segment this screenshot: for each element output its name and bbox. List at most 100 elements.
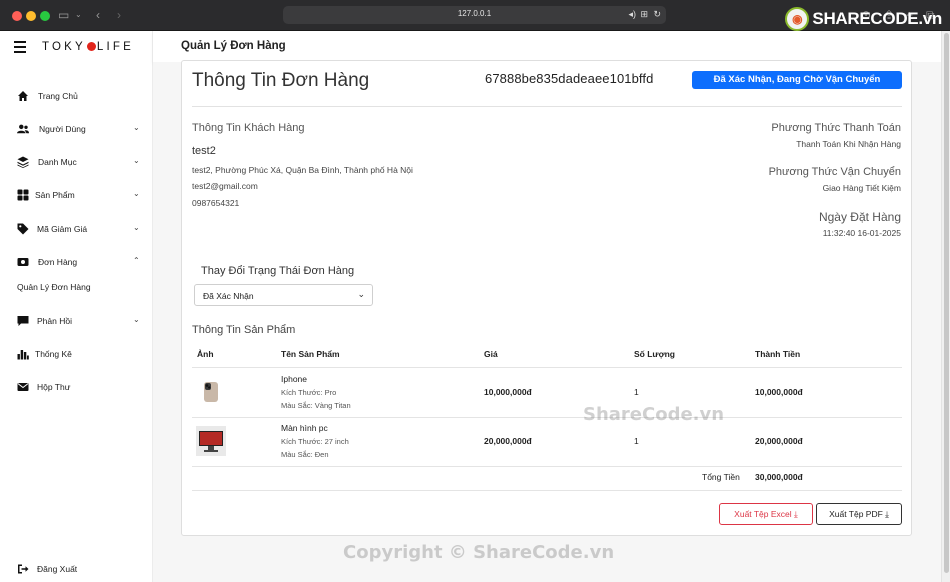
column-header-quantity: Số Lượng — [634, 349, 675, 359]
page-header: Quản Lý Đơn Hàng — [153, 31, 941, 62]
column-header-total: Thành Tiền — [755, 349, 801, 359]
chevron-down-icon[interactable]: ⌄ — [75, 6, 82, 24]
sidebar-item-coupons[interactable]: Mã Giảm Giá ⌄ — [0, 220, 153, 240]
sidebar-item-statistics[interactable]: Thống Kê — [0, 345, 153, 365]
order-title: Thông Tin Đơn Hàng — [192, 70, 370, 91]
product-image-iphone — [204, 382, 218, 402]
date-value: 11:32:40 16-01-2025 — [822, 228, 901, 238]
table-divider — [192, 417, 902, 418]
total-value: 30,000,000đ — [755, 472, 803, 482]
brand-left: TOKY — [42, 41, 86, 53]
sidebar-item-categories[interactable]: Danh Mục ⌄ — [0, 153, 153, 173]
sidebar-item-users[interactable]: Người Dùng ⌄ — [0, 120, 153, 140]
speaker-icon[interactable]: ◂) — [628, 9, 636, 20]
chevron-down-icon: ⌄ — [133, 156, 140, 165]
column-header-price: Giá — [484, 349, 498, 359]
product-image-monitor — [196, 426, 226, 456]
sidebar-item-feedback[interactable]: Phản Hồi ⌄ — [0, 312, 153, 332]
minimize-window-button[interactable] — [26, 11, 36, 21]
logout-label: Đăng Xuất — [37, 564, 78, 574]
product-name: Iphone — [281, 374, 307, 384]
product-size: Kích Thước: 27 inch — [281, 437, 349, 446]
close-window-button[interactable] — [12, 11, 22, 21]
column-header-image: Ảnh — [197, 349, 214, 359]
translate-icon[interactable]: ⊞ — [640, 9, 648, 20]
brand-dot-icon — [86, 42, 96, 51]
sharecode-logo-icon: ◉ — [785, 7, 810, 31]
brand-right: LIFE — [96, 41, 134, 53]
payment-value: Thanh Toán Khi Nhận Hàng — [796, 139, 901, 149]
chevron-up-icon: ⌃ — [133, 256, 140, 265]
export-excel-button[interactable]: Xuất Tệp Excel ⤓ — [719, 503, 813, 525]
status-change-label: Thay Đổi Trạng Thái Đơn Hàng — [201, 265, 355, 277]
product-color: Màu Sắc: Vàng Titan — [281, 401, 351, 410]
sidebar-item-products[interactable]: Sản Phẩm ⌄ — [0, 186, 153, 206]
sidebar-item-label: Đơn Hàng — [38, 257, 78, 267]
scrollbar-thumb[interactable] — [944, 33, 949, 573]
scrollbar[interactable] — [941, 31, 950, 582]
grid-icon — [17, 189, 29, 201]
sidebar-item-label: Trang Chủ — [38, 91, 78, 101]
table-divider — [192, 466, 902, 467]
tag-icon — [17, 223, 29, 235]
status-select[interactable]: Đã Xác Nhận ⌄ — [194, 284, 373, 306]
brand-logo[interactable]: TOKY LIFE — [42, 41, 134, 53]
product-price: 10,000,000đ — [484, 387, 532, 397]
product-price: 20,000,000đ — [484, 436, 532, 446]
customer-heading: Thông Tin Khách Hàng — [192, 122, 305, 134]
chevron-down-icon: ⌄ — [133, 223, 140, 232]
product-line-total: 20,000,000đ — [755, 436, 803, 446]
product-quantity: 1 — [634, 387, 639, 397]
chevron-down-icon: ⌄ — [133, 189, 140, 198]
download-icon: ⤓ — [885, 509, 889, 519]
sidebar-item-inbox[interactable]: Hộp Thư — [0, 378, 153, 398]
page-title: Quản Lý Đơn Hàng — [181, 40, 286, 52]
customer-name: test2 — [192, 145, 216, 157]
sidebar-item-label: Mã Giảm Giá — [37, 224, 88, 234]
order-card: Thông Tin Đơn Hàng 67888be835dadeaee101b… — [181, 60, 912, 536]
table-divider — [192, 367, 902, 368]
home-icon — [18, 91, 28, 101]
export-pdf-button[interactable]: Xuất Tệp PDF ⤓ — [816, 503, 902, 525]
logout-button[interactable]: Đăng Xuất — [0, 560, 153, 580]
export-pdf-label: Xuất Tệp PDF — [829, 509, 883, 519]
export-excel-label: Xuất Tệp Excel — [734, 509, 792, 519]
sidebar-toggle-icon[interactable]: ▭ — [58, 6, 69, 24]
order-id: 67888be835dadeaee101bffd — [485, 71, 654, 86]
menu-icon[interactable] — [14, 41, 26, 56]
shipping-value: Giao Hàng Tiết Kiệm — [822, 183, 901, 193]
layers-icon — [17, 156, 29, 168]
sidebar-item-label: Phản Hồi — [37, 316, 72, 326]
product-color: Màu Sắc: Đen — [281, 450, 329, 459]
maximize-window-button[interactable] — [40, 11, 50, 21]
product-line-total: 10,000,000đ — [755, 387, 803, 397]
url-text: 127.0.0.1 — [457, 9, 492, 18]
forward-arrow-icon[interactable]: › — [117, 6, 121, 24]
address-bar[interactable]: 127.0.0.1 ◂) ⊞ ↻ — [283, 6, 666, 24]
sidebar-item-orders[interactable]: Đơn Hàng ⌃ — [0, 253, 153, 273]
logout-icon — [18, 564, 29, 574]
sharecode-logo: ◉ SHARECODE.vn — [785, 6, 942, 32]
sidebar-item-label: Người Dùng — [39, 124, 86, 134]
sidebar-item-home[interactable]: Trang Chủ — [0, 87, 153, 107]
reload-icon[interactable]: ↻ — [653, 9, 661, 20]
users-icon — [17, 124, 29, 134]
comment-icon — [17, 316, 29, 326]
sidebar-subitem-order-management[interactable]: Quản Lý Đơn Hàng — [17, 282, 91, 292]
status-badge: Đã Xác Nhận, Đang Chờ Vận Chuyển — [692, 71, 902, 89]
watermark-center: ShareCode.vn — [583, 404, 725, 425]
sidebar: TOKY LIFE Trang Chủ Người Dùng ⌄ Danh Mục… — [0, 31, 153, 582]
customer-email: test2@gmail.com — [192, 181, 258, 191]
download-icon: ⤓ — [794, 509, 798, 519]
sidebar-item-label: Hộp Thư — [37, 382, 71, 392]
products-heading: Thông Tin Sản Phẩm — [192, 324, 296, 336]
watermark-bottom: Copyright © ShareCode.vn — [343, 542, 615, 563]
customer-address: test2, Phường Phúc Xá, Quận Ba Đình, Thà… — [192, 165, 413, 175]
product-size: Kích Thước: Pro — [281, 388, 337, 397]
total-label: Tổng Tiền — [702, 472, 740, 482]
column-header-name: Tên Sản Phẩm — [281, 349, 340, 359]
back-arrow-icon[interactable]: ‹ — [96, 6, 100, 24]
chevron-down-icon: ⌄ — [357, 289, 365, 299]
status-select-value: Đã Xác Nhận — [203, 291, 254, 301]
browser-toolbar: ▭ ⌄ ‹ › 127.0.0.1 ◂) ⊞ ↻ ⊙ ⇪ + ⧉ ◉ SHARE… — [0, 0, 950, 31]
